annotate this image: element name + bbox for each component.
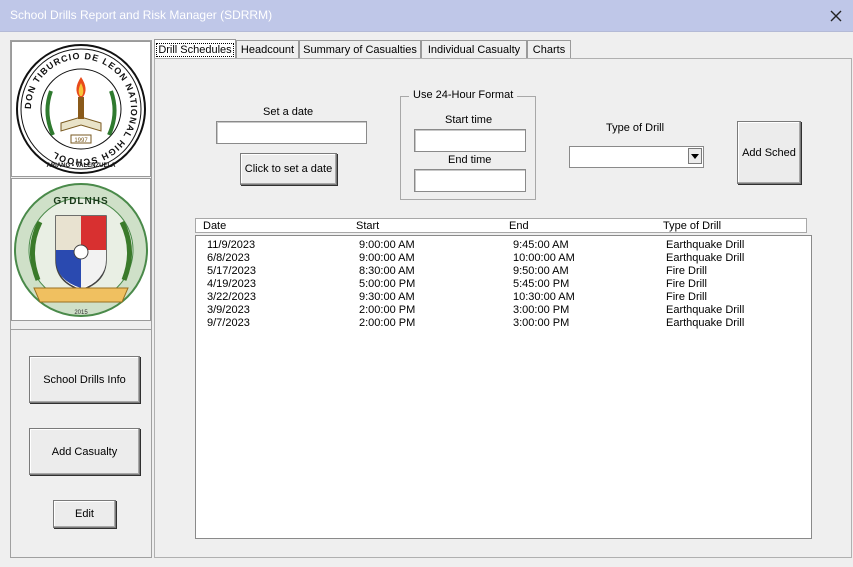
add-sched-button[interactable]: Add Sched bbox=[737, 121, 801, 184]
cell-start: 2:00:00 PM bbox=[359, 304, 416, 316]
club-logo-year: 2015 bbox=[74, 310, 88, 316]
edit-button[interactable]: Edit bbox=[53, 500, 116, 528]
chevron-down-icon bbox=[691, 153, 699, 159]
cell-type: Earthquake Drill bbox=[666, 304, 745, 316]
title-bar: School Drills Report and Risk Manager (S… bbox=[0, 0, 853, 32]
cell-start: 9:00:00 AM bbox=[359, 252, 415, 264]
cell-type: Earthquake Drill bbox=[666, 252, 745, 264]
cell-start: 8:30:00 AM bbox=[359, 265, 415, 277]
school-drills-info-button[interactable]: School Drills Info bbox=[29, 356, 140, 403]
cell-end: 9:50:00 AM bbox=[513, 265, 569, 277]
cell-date: 3/9/2023 bbox=[207, 304, 250, 316]
client-area: DON TIBURCIO DE LEON NATIONAL HIGH SCHOO… bbox=[0, 32, 853, 567]
column-header-type: Type of Drill bbox=[663, 220, 722, 232]
window-title: School Drills Report and Risk Manager (S… bbox=[10, 8, 273, 22]
table-row[interactable]: 6/8/2023 9:00:00 AM 10:00:00 AM Earthqua… bbox=[196, 252, 811, 265]
table-header: Date Start End Type of Drill bbox=[195, 218, 807, 233]
close-icon bbox=[830, 10, 842, 21]
time-format-legend: Use 24-Hour Format bbox=[409, 89, 518, 101]
table-row[interactable]: 3/9/2023 2:00:00 PM 3:00:00 PM Earthquak… bbox=[196, 304, 811, 317]
column-header-date: Date bbox=[203, 220, 227, 232]
cell-start: 2:00:00 PM bbox=[359, 317, 416, 329]
tab-label: Summary of Casualties bbox=[303, 43, 417, 56]
cell-type: Fire Drill bbox=[666, 278, 707, 290]
cell-start: 9:00:00 AM bbox=[359, 239, 415, 251]
cell-end: 9:45:00 AM bbox=[513, 239, 569, 251]
cell-date: 9/7/2023 bbox=[207, 317, 250, 329]
cell-end: 3:00:00 PM bbox=[513, 304, 570, 316]
set-date-button[interactable]: Click to set a date bbox=[240, 153, 337, 185]
cell-start: 9:30:00 AM bbox=[359, 291, 415, 303]
tab-label: Charts bbox=[532, 43, 566, 56]
start-time-label: Start time bbox=[445, 114, 493, 126]
tab-drill-schedules[interactable]: Drill Schedules bbox=[154, 39, 236, 59]
close-button[interactable] bbox=[819, 0, 853, 31]
cell-date: 5/17/2023 bbox=[207, 265, 256, 277]
cell-end: 3:00:00 PM bbox=[513, 317, 570, 329]
drill-type-label: Type of Drill bbox=[606, 122, 665, 134]
tab-headcount[interactable]: Headcount bbox=[236, 40, 299, 58]
cell-end: 10:00:00 AM bbox=[513, 252, 575, 264]
tab-label: Individual Casualty bbox=[427, 43, 521, 56]
table-row[interactable]: 5/17/2023 8:30:00 AM 9:50:00 AM Fire Dri… bbox=[196, 265, 811, 278]
drill-type-select[interactable] bbox=[569, 146, 704, 168]
cell-end: 10:30:00 AM bbox=[513, 291, 575, 303]
end-time-input[interactable] bbox=[414, 169, 526, 192]
school-seal-logo: DON TIBURCIO DE LEON NATIONAL HIGH SCHOO… bbox=[11, 41, 151, 177]
table-row[interactable]: 11/9/2023 9:00:00 AM 9:45:00 AM Earthqua… bbox=[196, 239, 811, 252]
cell-date: 11/9/2023 bbox=[207, 239, 256, 251]
cell-date: 6/8/2023 bbox=[207, 252, 250, 264]
table-row[interactable]: 4/19/2023 5:00:00 PM 5:45:00 PM Fire Dri… bbox=[196, 278, 811, 291]
table-row[interactable]: 3/22/2023 9:30:00 AM 10:30:00 AM Fire Dr… bbox=[196, 291, 811, 304]
cell-date: 4/19/2023 bbox=[207, 278, 256, 290]
drill-type-dropdown-button[interactable] bbox=[688, 148, 702, 164]
end-time-label: End time bbox=[448, 154, 492, 166]
cell-type: Earthquake Drill bbox=[666, 239, 745, 251]
club-logo-text: GTDLNHS bbox=[53, 196, 108, 207]
start-time-input[interactable] bbox=[414, 129, 526, 152]
column-header-end: End bbox=[509, 220, 529, 232]
school-seal-image: DON TIBURCIO DE LEON NATIONAL HIGH SCHOO… bbox=[16, 44, 146, 174]
table-row[interactable]: 9/7/2023 2:00:00 PM 3:00:00 PM Earthquak… bbox=[196, 317, 811, 330]
add-casualty-button[interactable]: Add Casualty bbox=[29, 428, 140, 475]
cell-end: 5:45:00 PM bbox=[513, 278, 570, 290]
cell-type: Fire Drill bbox=[666, 291, 707, 303]
tab-charts[interactable]: Charts bbox=[527, 40, 571, 58]
tab-summary-of-casualties[interactable]: Summary of Casualties bbox=[299, 40, 421, 58]
seal-subtext: ARIANG • VALENZUELA bbox=[47, 163, 117, 169]
cell-type: Earthquake Drill bbox=[666, 317, 745, 329]
tab-label: Drill Schedules bbox=[156, 42, 234, 57]
cell-start: 5:00:00 PM bbox=[359, 278, 416, 290]
column-header-start: Start bbox=[356, 220, 380, 232]
cell-type: Fire Drill bbox=[666, 265, 707, 277]
drill-schedule-list[interactable]: 11/9/2023 9:00:00 AM 9:45:00 AM Earthqua… bbox=[195, 235, 812, 539]
date-input[interactable] bbox=[216, 121, 367, 144]
seal-year: 1997 bbox=[74, 138, 88, 144]
tab-individual-casualty[interactable]: Individual Casualty bbox=[421, 40, 527, 58]
tab-label: Headcount bbox=[240, 43, 295, 56]
date-label: Set a date bbox=[263, 106, 314, 118]
cell-date: 3/22/2023 bbox=[207, 291, 256, 303]
club-logo-image: GTDLNHS 2015 bbox=[14, 182, 148, 317]
club-logo: GTDLNHS 2015 bbox=[11, 178, 151, 321]
